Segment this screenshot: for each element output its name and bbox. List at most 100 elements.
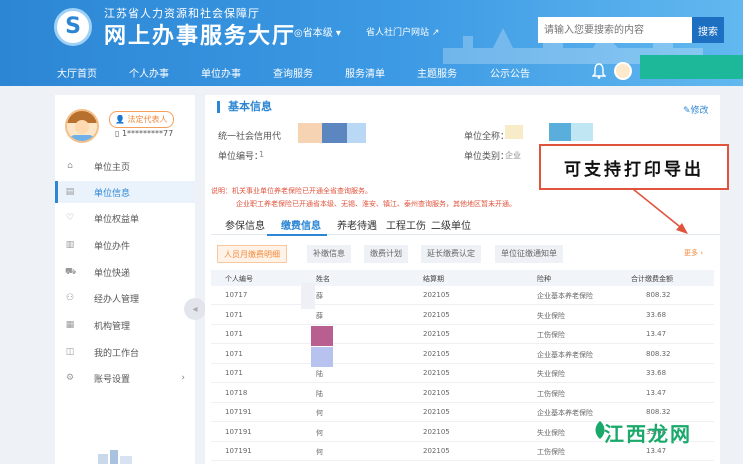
table-cell: 202105: [423, 369, 450, 377]
col-header: 姓名: [316, 275, 330, 283]
user-avatar[interactable]: [614, 62, 632, 80]
table-cell: 202105: [423, 310, 450, 319]
table-cell: 薛: [316, 292, 323, 300]
subtab-back-pay[interactable]: 补缴信息: [307, 245, 351, 263]
nav-item-theme[interactable]: 主题服务: [417, 65, 457, 80]
search-input[interactable]: [538, 17, 692, 43]
sidebar-item-agents[interactable]: ⚇ 经办人管理: [55, 287, 195, 309]
heart-icon: ♡: [65, 213, 75, 223]
table-cell: 1071: [225, 349, 243, 358]
gear-icon: ⚙: [65, 373, 75, 383]
note-text: 企业职工养老保险已开通省本级、无锡、淮安、镇江、泰州查询服务，其他地区暂未开通。: [236, 200, 516, 208]
col-header: 个人编号: [225, 275, 253, 283]
tab-payment-info[interactable]: 缴费信息: [281, 217, 321, 232]
table-row: 10717 薛 202105 企业基本养老保险 808.32: [211, 286, 714, 305]
subtab-notice[interactable]: 单位征缴通知单: [495, 245, 563, 263]
table-cell: 1071: [225, 310, 243, 319]
tab-insurance-info[interactable]: 参保信息: [225, 217, 265, 232]
table-cell: 808.32: [646, 291, 671, 299]
nav-item-personal[interactable]: 个人办事: [129, 65, 169, 80]
person-icon: ⚇: [65, 293, 75, 303]
document-icon: ▤: [65, 187, 75, 197]
table-cell: 808.32: [646, 349, 671, 358]
sidebar-item-account[interactable]: ⚙ 账号设置 ›: [55, 367, 195, 389]
note-text: 说明：机关事业单位养老保险已开通全省查询服务。: [211, 187, 372, 195]
sidebar-item-cases[interactable]: ▥ 单位办件: [55, 234, 195, 256]
table-cell: 失业保险: [537, 428, 565, 437]
portal-link[interactable]: 省人社门户网站 ↗: [366, 25, 439, 38]
edit-link[interactable]: ✎修改: [683, 103, 709, 116]
subtab-extension[interactable]: 延长缴费认定: [421, 245, 481, 263]
credit-code-label: 统一社会信用代: [218, 132, 282, 142]
redaction-block: [571, 123, 593, 141]
table-row: 1071 薛 202105 失业保险 33.68: [211, 306, 714, 325]
nav-item-unit[interactable]: 单位办事: [201, 65, 241, 80]
chevron-right-icon: ›: [181, 373, 185, 383]
search-button[interactable]: 搜索: [692, 17, 724, 43]
sidebar-item-express[interactable]: ⛟ 单位快递: [55, 261, 195, 283]
table-cell: 13.47: [646, 447, 667, 455]
table-cell: 何: [316, 428, 323, 437]
redaction-block: [322, 123, 348, 143]
table-cell: 工伤保险: [537, 331, 565, 339]
table-row: 1071薛202105工伤保险13.47: [211, 325, 714, 344]
truck-icon: ⛟: [65, 267, 77, 277]
tab-sub-units[interactable]: 二级单位: [431, 217, 471, 232]
bell-icon[interactable]: [592, 63, 606, 79]
table-cell: 薛: [316, 311, 323, 320]
sidebar-item-rights[interactable]: ♡ 单位权益单: [55, 207, 195, 229]
subtab-plan[interactable]: 缴费计划: [364, 245, 408, 263]
nav-item-service-list[interactable]: 服务清单: [345, 65, 385, 80]
unit-type-value: 企业: [505, 151, 521, 160]
more-link[interactable]: 更多 ›: [684, 248, 703, 258]
tab-pension[interactable]: 养老待遇: [337, 217, 377, 232]
unit-name-label: 单位全称：: [464, 132, 510, 142]
table-cell: 1071: [225, 369, 243, 377]
building-icon: ▦: [65, 320, 75, 330]
sidebar-item-workbench[interactable]: ◫ 我的工作台: [55, 341, 195, 363]
table-cell: 陆: [316, 370, 323, 378]
table-cell: 202105: [423, 388, 450, 397]
sidebar-item-home[interactable]: ⌂ 单位主页: [55, 155, 195, 177]
nav-item-notice[interactable]: 公示公告: [490, 65, 530, 80]
table-cell: 33.68: [646, 310, 667, 319]
home-icon: ⌂: [67, 161, 73, 171]
active-tab-indicator: [267, 234, 327, 236]
nav-item-query[interactable]: 查询服务: [273, 65, 313, 80]
table-cell: 何: [316, 448, 323, 456]
phone-number: ▯ 1*********77: [115, 129, 174, 138]
logo-icon[interactable]: S: [54, 8, 92, 46]
sidebar-item-unit-info[interactable]: ▤ 单位信息: [55, 181, 195, 203]
redaction-block: [347, 123, 366, 143]
table-cell: 202105: [423, 408, 450, 416]
nav-item-home[interactable]: 大厅首页: [57, 65, 97, 80]
profile-avatar: [65, 109, 99, 143]
site-title: 网上办事服务大厅: [104, 24, 297, 49]
table-cell: 202105: [423, 349, 450, 358]
collapse-sidebar-button[interactable]: ◂: [184, 298, 206, 320]
table-cell: 202105: [423, 330, 450, 338]
table-cell: 企业基本养老保险: [537, 292, 593, 300]
table-header: 个人编号 姓名 结算期 险种 合计缴费金额: [211, 270, 714, 286]
subtab-monthly-detail[interactable]: 人员月缴费明细: [217, 245, 287, 263]
redaction-block: [505, 125, 523, 139]
section-title: 基本信息: [217, 101, 272, 113]
col-header: 结算期: [423, 275, 444, 283]
table-cell: 企业基本养老保险: [537, 350, 593, 359]
redaction-block: [311, 347, 333, 367]
table-cell: 陆: [316, 389, 323, 398]
col-header: 合计缴费金额: [631, 275, 673, 283]
legal-rep-badge: 👤 法定代表人: [109, 111, 174, 128]
unit-type-label: 单位类别：: [464, 152, 510, 162]
redaction-block: [301, 283, 315, 309]
redaction-block: [549, 123, 571, 141]
watermark: 江西龙网: [604, 422, 692, 446]
table-row: 10718 陆 202105 工伤保险 13.47: [211, 384, 714, 403]
redaction-block: [640, 55, 743, 79]
table-cell: 失业保险: [537, 370, 565, 378]
table-row: 1071 陆 202105 失业保险 33.68: [211, 364, 714, 383]
region-selector[interactable]: ◎省本级 ▾: [294, 24, 341, 39]
tab-injury[interactable]: 工程工伤: [386, 217, 426, 232]
sidebar-item-org[interactable]: ▦ 机构管理: [55, 314, 195, 336]
table-cell: 工伤保险: [537, 389, 565, 398]
